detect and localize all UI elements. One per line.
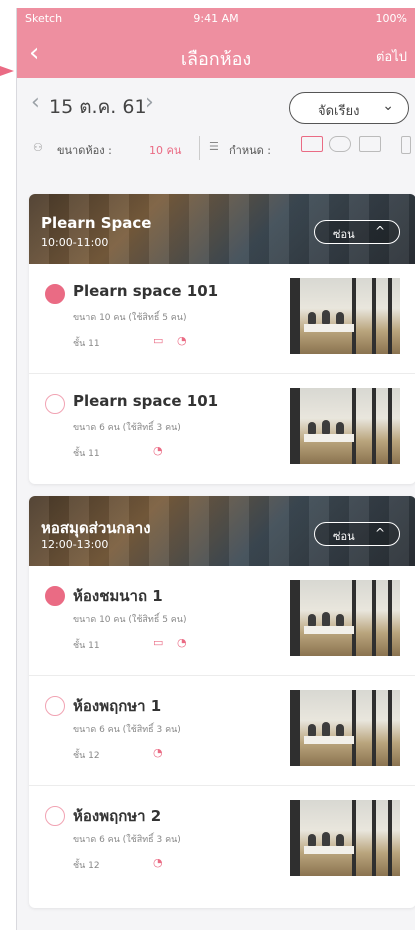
room-floor: ชั้น 11: [73, 339, 100, 349]
room-name: ห้องพฤกษา 1: [73, 697, 162, 715]
settings-label: กำหนด :: [229, 144, 271, 157]
sort-label: จัดเรียง: [318, 104, 360, 119]
location-name: หอสมุดส่วนกลาง: [41, 519, 151, 537]
room-name: ห้องชมนาถ 1: [73, 587, 163, 605]
speech-bubble-icon: ◔: [153, 856, 163, 869]
room-photo: [290, 388, 400, 464]
room-floor: ชั้น 11: [73, 641, 100, 651]
hide-label: ซ่อน: [333, 530, 355, 543]
nav-bar: ‹ เลือกห้อง ต่อไป: [17, 30, 415, 78]
room-floor: ชั้น 12: [73, 861, 100, 871]
projector-icon: ▭: [153, 334, 164, 347]
room-floor: ชั้น 11: [73, 449, 100, 459]
monitor-icon[interactable]: [359, 136, 381, 152]
room-radio[interactable]: [45, 696, 65, 716]
room-capacity: ขนาด 6 คน (ใช้สิทธิ์ 3 คน): [73, 725, 181, 735]
page-title: เลือกห้อง: [180, 49, 252, 70]
hide-button[interactable]: ซ่อน ^: [314, 522, 400, 546]
room-row[interactable]: Plearn space 101 ขนาด 10 คน (ใช้สิทธิ์ 5…: [29, 264, 415, 374]
speech-bubble-icon[interactable]: [329, 136, 351, 152]
room-size-value[interactable]: 10 คน: [149, 141, 181, 159]
sliders-icon: ☰: [209, 140, 219, 153]
battery-label: 100%: [375, 12, 407, 25]
speech-bubble-icon: ◔: [153, 746, 163, 759]
next-button[interactable]: ต่อไป: [376, 46, 407, 67]
location-banner: Plearn Space 10:00-11:00 ซ่อน ^: [29, 194, 415, 264]
people-icon: ⚇: [33, 141, 43, 154]
sort-button[interactable]: จัดเรียง ⌄: [289, 92, 409, 124]
room-size-label: ขนาดห้อง :: [57, 144, 112, 157]
location-card: Plearn Space 10:00-11:00 ซ่อน ^ Plearn s…: [29, 194, 415, 484]
speech-bubble-icon: ◔: [177, 636, 187, 649]
chevron-down-icon: ⌄: [382, 98, 394, 114]
filter-bar: ⚇ ขนาดห้อง : 10 คน ☰ กำหนด :: [17, 130, 415, 164]
artboard: Sketch 9:41 AM 100% ‹ เลือกห้อง ต่อไป ‹ …: [0, 0, 415, 930]
next-date-icon[interactable]: ›: [145, 92, 154, 114]
room-row[interactable]: ห้องพฤกษา 1 ขนาด 6 คน (ใช้สิทธิ์ 3 คน) ช…: [29, 676, 415, 786]
room-radio[interactable]: [45, 284, 65, 304]
room-capacity: ขนาด 10 คน (ใช้สิทธิ์ 5 คน): [73, 615, 187, 625]
room-capacity: ขนาด 10 คน (ใช้สิทธิ์ 5 คน): [73, 313, 187, 323]
room-photo: [290, 690, 400, 766]
projector-icon: ▭: [153, 636, 164, 649]
divider: [199, 136, 200, 160]
room-row[interactable]: Plearn space 101 ขนาด 6 คน (ใช้สิทธิ์ 3 …: [29, 374, 415, 484]
room-row[interactable]: ห้องชมนาถ 1 ขนาด 10 คน (ใช้สิทธิ์ 5 คน) …: [29, 566, 415, 676]
hide-label: ซ่อน: [333, 228, 355, 241]
room-photo: [290, 800, 400, 876]
selected-date: 15 ต.ค. 61: [49, 96, 147, 118]
phone-device-icon[interactable]: [401, 136, 411, 154]
room-name: Plearn space 101: [73, 392, 219, 410]
annotation-arrow-icon: [0, 66, 14, 76]
room-name: ห้องพฤกษา 2: [73, 807, 162, 825]
location-time: 12:00-13:00: [41, 538, 109, 551]
location-card: หอสมุดส่วนกลาง 12:00-13:00 ซ่อน ^ ห้องชม…: [29, 496, 415, 908]
room-name: Plearn space 101: [73, 282, 219, 300]
status-bar: Sketch 9:41 AM 100%: [17, 8, 415, 30]
clock: 9:41 AM: [193, 12, 239, 25]
hide-button[interactable]: ซ่อน ^: [314, 220, 400, 244]
speech-bubble-icon: ◔: [153, 444, 163, 457]
room-row[interactable]: ห้องพฤกษา 2 ขนาด 6 คน (ใช้สิทธิ์ 3 คน) ช…: [29, 786, 415, 896]
chevron-up-icon: ^: [374, 224, 385, 238]
room-radio[interactable]: [45, 394, 65, 414]
date-bar: ‹ 15 ต.ค. 61 › จัดเรียง ⌄: [17, 78, 415, 130]
room-radio[interactable]: [45, 586, 65, 606]
room-radio[interactable]: [45, 806, 65, 826]
location-name: Plearn Space: [41, 214, 152, 232]
chevron-up-icon: ^: [374, 526, 385, 540]
projector-icon[interactable]: [301, 136, 323, 152]
speech-bubble-icon: ◔: [177, 334, 187, 347]
room-photo: [290, 278, 400, 354]
room-photo: [290, 580, 400, 656]
room-floor: ชั้น 12: [73, 751, 100, 761]
phone-screen: Sketch 9:41 AM 100% ‹ เลือกห้อง ต่อไป ‹ …: [16, 8, 415, 930]
location-time: 10:00-11:00: [41, 236, 109, 249]
room-capacity: ขนาด 6 คน (ใช้สิทธิ์ 3 คน): [73, 423, 181, 433]
location-banner: หอสมุดส่วนกลาง 12:00-13:00 ซ่อน ^: [29, 496, 415, 566]
room-capacity: ขนาด 6 คน (ใช้สิทธิ์ 3 คน): [73, 835, 181, 845]
prev-date-icon[interactable]: ‹: [31, 92, 40, 114]
